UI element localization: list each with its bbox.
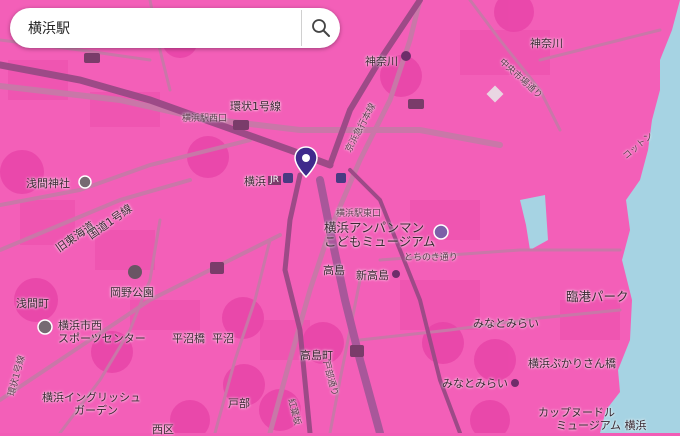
- label-tochinoki: とちのき通り: [404, 253, 458, 263]
- label-nishi-ku: 西区: [152, 423, 174, 436]
- label-west-center-2: スポーツセンター: [58, 332, 146, 345]
- label-okano-park: 岡野公園: [110, 286, 154, 299]
- label-sengen-shrine: 浅間神社: [26, 177, 70, 190]
- search-icon: [312, 19, 330, 37]
- label-west-center-1: 横浜市西: [58, 319, 102, 332]
- map-pin-icon[interactable]: [294, 146, 318, 178]
- label-hiranuma: 平沼: [212, 332, 234, 345]
- label-sengencho: 浅間町: [16, 297, 49, 310]
- label-rinko-park: 臨港パーク: [566, 289, 629, 304]
- label-jr: JR: [268, 175, 281, 185]
- label-cupnoodle: カップヌードル: [538, 406, 615, 419]
- label-english-garden-1: 横浜イングリッシュ: [42, 391, 141, 404]
- search-input[interactable]: [26, 9, 301, 47]
- label-yokohama-east: 横浜駅東口: [336, 209, 382, 219]
- label-minatomirai-station: みなとみらい: [442, 377, 508, 390]
- label-tobe-station: 戸部: [228, 397, 250, 410]
- label-minatomirai-area: みなとみらい: [473, 317, 539, 330]
- label-kanagawa-river: 神奈川: [530, 37, 563, 50]
- label-shin-takashima: 新高島: [356, 269, 389, 282]
- label-cupnoodle-2: ミュージアム 横浜: [556, 419, 647, 432]
- label-yokohama-station: 横浜: [244, 175, 266, 188]
- label-anpanman-2: こどもミュージアム: [324, 234, 436, 249]
- label-yokohama-west: 横浜駅西口: [182, 114, 228, 124]
- label-kanagawa-station: 神奈川: [365, 55, 398, 68]
- label-takashima: 高島: [323, 264, 345, 277]
- search-bar: [10, 8, 340, 48]
- label-english-garden-2: ガーデン: [74, 404, 118, 417]
- label-anpanman: 横浜アンパンマン: [324, 220, 425, 235]
- search-button[interactable]: [302, 8, 340, 48]
- label-pukari: 横浜ぷかりさん橋: [528, 357, 616, 370]
- label-hiranuma-bridge: 平沼橋: [172, 332, 205, 345]
- label-ring1: 環状1号線: [230, 100, 281, 113]
